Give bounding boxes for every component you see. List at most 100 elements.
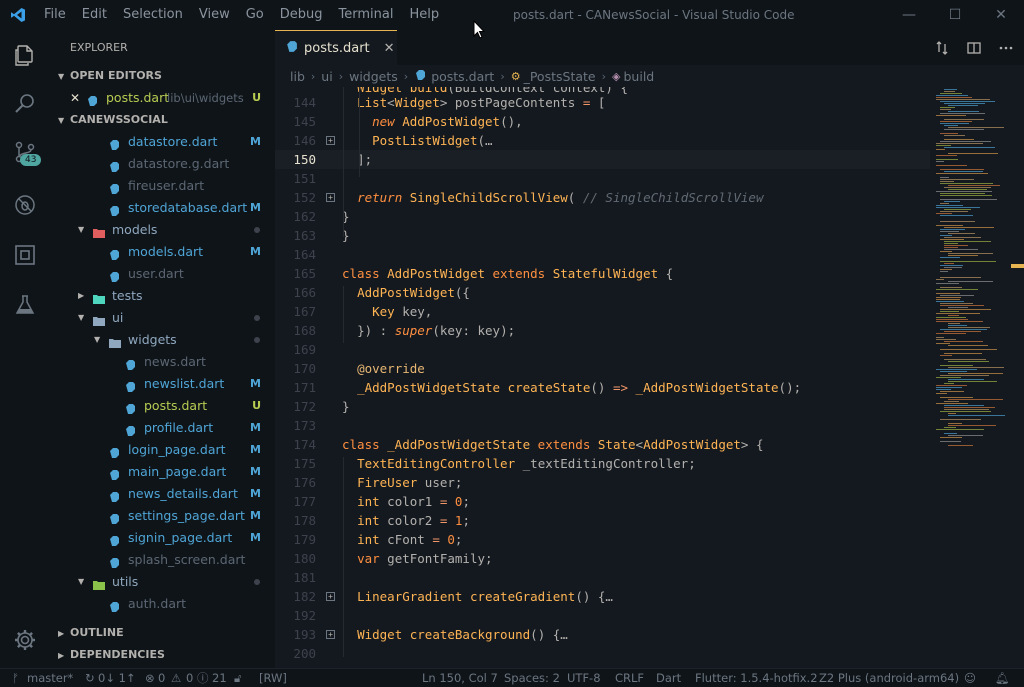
flutter-version[interactable]: Flutter: 1.5.4-hotfix.2	[695, 669, 818, 687]
code-token: TextEditingController	[357, 456, 523, 471]
chevron-down-icon: ▼	[58, 72, 65, 81]
tree-file[interactable]: news_details.dart M	[50, 483, 275, 505]
menu-help[interactable]: Help	[401, 0, 447, 30]
fold-expand-icon[interactable]: +	[326, 193, 335, 202]
tree-file[interactable]: datastore.dart M	[50, 131, 275, 153]
gear-icon[interactable]	[0, 616, 50, 664]
indent-guide	[343, 457, 344, 657]
project-section[interactable]: ▼ CANEWSSOCIAL	[50, 109, 275, 131]
tree-file[interactable]: posts.dart U	[50, 395, 275, 417]
chevron-right-icon: ›	[338, 69, 344, 83]
dependencies-section[interactable]: ▶ DEPENDENCIES	[50, 644, 275, 666]
breadcrumb-method[interactable]: build	[623, 69, 654, 84]
tree-folder[interactable]: ▼ ui	[50, 307, 275, 329]
line-endings[interactable]: CRLF	[615, 669, 644, 687]
more-actions-icon[interactable]	[990, 30, 1022, 65]
minimap-line	[940, 169, 984, 170]
menu-go[interactable]: Go	[238, 0, 272, 30]
tree-file[interactable]: splash_screen.dart	[50, 549, 275, 571]
source-control-icon[interactable]	[0, 128, 50, 176]
code-line-text: int cFont = 0;	[342, 530, 462, 549]
fold-expand-icon[interactable]: +	[326, 592, 335, 601]
tree-file[interactable]: news.dart	[50, 351, 275, 373]
minimize-button[interactable]: —	[886, 0, 932, 30]
notifications-bell-icon[interactable]: 🔔︎	[995, 669, 1010, 687]
fold-expand-icon[interactable]: +	[326, 630, 335, 639]
tree-folder[interactable]: ▼ widgets	[50, 329, 275, 351]
breadcrumb-file[interactable]: posts.dart	[431, 69, 494, 84]
outline-section[interactable]: ▶ OUTLINE	[50, 622, 275, 644]
info-count[interactable]: 21	[212, 669, 227, 687]
menu-terminal[interactable]: Terminal	[331, 0, 402, 30]
minimap[interactable]	[930, 87, 1020, 668]
open-editors-section[interactable]: ▼ OPEN EDITORS	[50, 65, 275, 87]
breadcrumb-class[interactable]: _PostsState	[524, 69, 596, 84]
tab-posts-dart[interactable]: posts.dart ✕	[275, 30, 397, 65]
minimap-line	[936, 97, 972, 98]
close-icon[interactable]: ✕	[70, 87, 80, 109]
search-icon[interactable]	[0, 80, 50, 128]
close-window-button[interactable]: ✕	[978, 0, 1024, 30]
tree-file[interactable]: storedatabase.dart M	[50, 197, 275, 219]
tree-file[interactable]: fireuser.dart	[50, 175, 275, 197]
tree-file[interactable]: settings_page.dart M	[50, 505, 275, 527]
explorer-icon[interactable]	[0, 32, 50, 80]
warning-count[interactable]: 0	[186, 669, 193, 687]
tree-item-label: news_details.dart	[128, 486, 238, 501]
tree-item-label: widgets	[128, 332, 177, 347]
split-editor-icon[interactable]	[958, 30, 990, 65]
breadcrumb-ui[interactable]: ui	[321, 69, 332, 84]
tree-file[interactable]: newslist.dart M	[50, 373, 275, 395]
fold-expand-icon[interactable]: +	[326, 136, 335, 145]
tree-folder[interactable]: ▼ models	[50, 219, 275, 241]
close-tab-icon[interactable]: ✕	[384, 41, 395, 56]
code-editor[interactable]: Widget build(BuildContext context) { 144…	[275, 87, 1024, 668]
extensions-icon[interactable]	[0, 231, 50, 279]
minimap-line	[948, 255, 978, 256]
tree-file[interactable]: login_page.dart M	[50, 439, 275, 461]
chevron-right-icon: ›	[403, 69, 409, 83]
menu-edit[interactable]: Edit	[74, 0, 115, 30]
open-editor-item[interactable]: ✕ posts.dart lib\ui\widgets U	[50, 87, 275, 109]
breadcrumb-lib[interactable]: lib	[290, 69, 305, 84]
open-changes-icon[interactable]	[926, 30, 958, 65]
tree-file[interactable]: auth.dart	[50, 593, 275, 615]
tree-file[interactable]: user.dart	[50, 263, 275, 285]
tree-file[interactable]: signin_page.dart M	[50, 527, 275, 549]
minimap-line	[948, 445, 973, 446]
readwrite-status[interactable]: [RW]	[259, 669, 287, 687]
language-mode[interactable]: Dart	[656, 669, 681, 687]
minimap-line	[944, 103, 985, 104]
minimap-line	[940, 287, 962, 288]
maximize-button[interactable]: ☐	[932, 0, 978, 30]
dart-file-icon	[124, 422, 136, 436]
chevron-right-icon: ▶	[58, 629, 65, 638]
error-count[interactable]: 0	[158, 669, 165, 687]
menu-file[interactable]: File	[36, 0, 74, 30]
tree-file[interactable]: profile.dart M	[50, 417, 275, 439]
minimap-line	[944, 209, 971, 210]
minimap-line	[936, 319, 968, 320]
dart-file-icon	[285, 40, 298, 56]
feedback-smiley-icon[interactable]: ☺	[964, 669, 976, 687]
tree-folder[interactable]: ▼ utils	[50, 571, 275, 593]
tree-file[interactable]: datastore.g.dart	[50, 153, 275, 175]
tree-file[interactable]: main_page.dart M	[50, 461, 275, 483]
menu-debug[interactable]: Debug	[272, 0, 331, 30]
code-token: AddPostWidget	[387, 266, 493, 281]
menu-view[interactable]: View	[191, 0, 238, 30]
indentation[interactable]: Spaces: 2	[504, 669, 560, 687]
dart-file-icon	[108, 158, 120, 172]
debug-icon[interactable]	[0, 181, 50, 229]
device-selector[interactable]: Z2 Plus (android-arm64)	[819, 669, 959, 687]
git-sync[interactable]: 0↓ 1↑	[98, 669, 136, 687]
flask-icon[interactable]	[0, 281, 50, 329]
breadcrumb-widgets[interactable]: widgets	[349, 69, 398, 84]
minimap-line	[936, 369, 977, 370]
git-branch[interactable]: master*	[27, 669, 73, 687]
tree-file[interactable]: models.dart M	[50, 241, 275, 263]
cursor-position[interactable]: Ln 150, Col 7	[422, 669, 498, 687]
menu-selection[interactable]: Selection	[115, 0, 191, 30]
encoding[interactable]: UTF-8	[567, 669, 601, 687]
tree-folder[interactable]: ▶ tests	[50, 285, 275, 307]
